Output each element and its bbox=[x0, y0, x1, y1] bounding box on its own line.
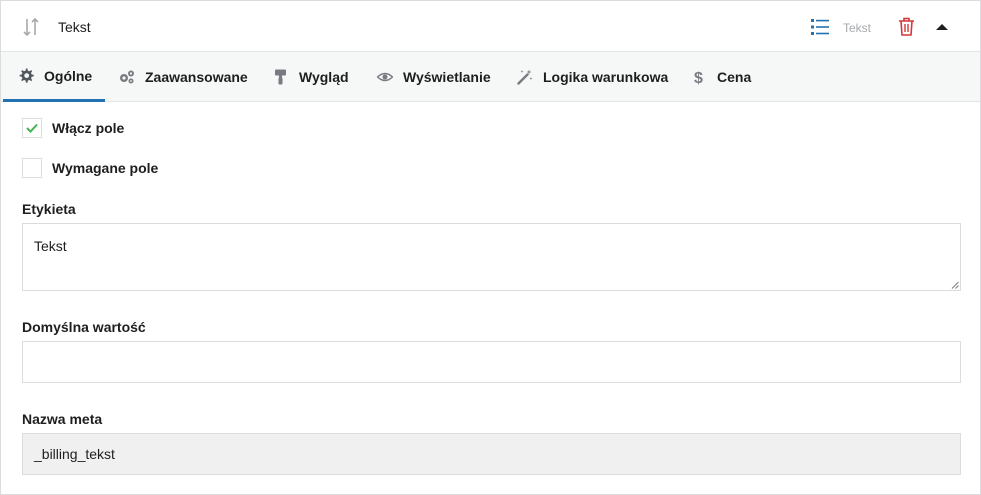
sort-handle-icon[interactable] bbox=[22, 17, 40, 37]
tab-wyglad[interactable]: Wygląd bbox=[273, 52, 349, 102]
tab-zaawansowane[interactable]: Zaawansowane bbox=[119, 52, 248, 102]
meta-name-input[interactable]: _billing_tekst bbox=[22, 433, 961, 475]
paint-roller-icon bbox=[275, 69, 286, 85]
caret-up-icon[interactable] bbox=[936, 23, 948, 31]
settings-tabs: Ogólne Zaawansowane Wygląd Wyświetlanie … bbox=[1, 52, 980, 102]
field-header: Tekst Tekst bbox=[1, 1, 980, 52]
list-icon bbox=[811, 19, 829, 35]
label-textarea[interactable]: Tekst bbox=[22, 223, 961, 291]
required-field-row: Wymagane pole bbox=[22, 158, 158, 178]
tab-cena[interactable]: $ Cena bbox=[691, 52, 751, 102]
tab-ogolne[interactable]: Ogólne bbox=[3, 52, 105, 102]
gear-icon bbox=[19, 68, 34, 83]
magic-wand-icon bbox=[517, 69, 533, 85]
svg-text:$: $ bbox=[694, 70, 703, 85]
default-value-label: Domyślna wartość bbox=[22, 319, 146, 335]
meta-name-value: _billing_tekst bbox=[34, 446, 115, 462]
tab-label: Wygląd bbox=[299, 69, 349, 85]
resize-grip-icon[interactable] bbox=[951, 281, 959, 289]
dollar-icon: $ bbox=[694, 70, 703, 85]
field-type-label: Tekst bbox=[843, 21, 872, 35]
gears-icon bbox=[120, 70, 134, 84]
tab-wyswietlanie[interactable]: Wyświetlanie bbox=[377, 52, 491, 102]
trash-icon[interactable] bbox=[898, 17, 915, 36]
meta-name-label: Nazwa meta bbox=[22, 411, 103, 427]
tab-label: Ogólne bbox=[44, 67, 93, 84]
label-field-label: Etykieta bbox=[22, 201, 76, 217]
tab-label: Logika warunkowa bbox=[543, 69, 669, 85]
field-title: Tekst bbox=[58, 19, 91, 35]
checkmark-icon bbox=[26, 123, 38, 133]
default-value-input[interactable] bbox=[22, 341, 961, 383]
enable-field-checkbox[interactable] bbox=[22, 118, 42, 138]
enable-field-label: Włącz pole bbox=[52, 120, 125, 136]
tab-label: Zaawansowane bbox=[145, 69, 248, 85]
tab-label: Cena bbox=[717, 69, 752, 85]
label-textarea-value: Tekst bbox=[34, 238, 67, 254]
field-settings-panel: Tekst Tekst Ogólne Zaawansowane Wygląd W… bbox=[0, 0, 981, 495]
tab-label: Wyświetlanie bbox=[403, 69, 491, 85]
required-field-label: Wymagane pole bbox=[52, 160, 159, 176]
eye-icon bbox=[377, 72, 393, 82]
tab-logika-warunkowa[interactable]: Logika warunkowa bbox=[517, 52, 668, 102]
enable-field-row: Włącz pole bbox=[22, 118, 124, 138]
required-field-checkbox[interactable] bbox=[22, 158, 42, 178]
